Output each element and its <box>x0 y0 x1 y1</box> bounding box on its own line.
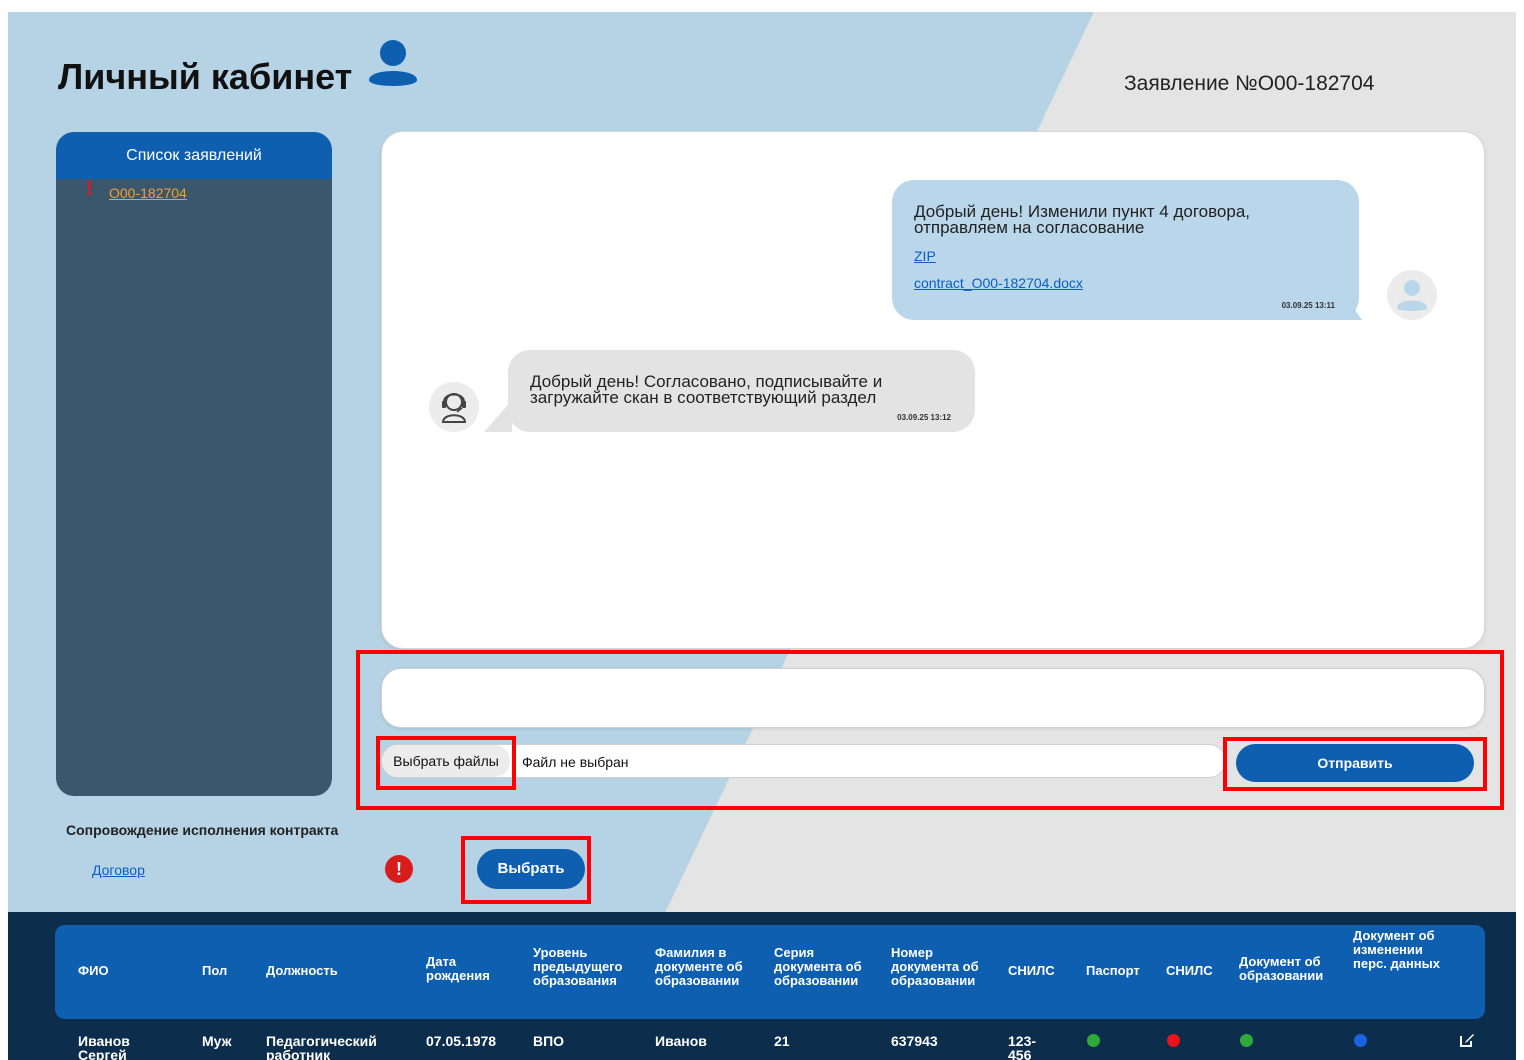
attachment-link-zip[interactable]: ZIP <box>914 248 1337 264</box>
passport-status-ok-icon[interactable] <box>1087 1034 1100 1047</box>
column-header-edu-number: Номер документа об образовании <box>891 945 979 988</box>
chat-panel[interactable]: Добрый день! Изменили пункт 4 договора, … <box>381 131 1485 649</box>
column-header-fio: ФИО <box>78 963 109 978</box>
highlight-box-send-button <box>1223 737 1487 791</box>
warning-icon: ! <box>385 855 413 883</box>
cell-edu-number: 637943 <box>891 1033 938 1049</box>
cell-snils: 123-456 <box>1008 1033 1037 1060</box>
bubble-tail <box>484 400 512 432</box>
user-profile-icon[interactable] <box>366 38 420 92</box>
cell-fio: Иванов Сергей <box>78 1033 130 1060</box>
page-title: Личный кабинет <box>58 56 353 97</box>
application-number: Заявление №О00-182704 <box>1124 72 1375 95</box>
user-avatar-icon <box>1387 270 1437 320</box>
column-header-snils-doc: СНИЛС <box>1166 963 1213 978</box>
column-header-snils: СНИЛС <box>1008 963 1055 978</box>
alert-exclamation-icon: ! <box>86 178 93 200</box>
column-header-edu-surname: Фамилия в документе об образовании <box>655 945 743 988</box>
message-timestamp: 03.09.25 13:11 <box>1281 301 1335 310</box>
sidebar-title: Список заявлений <box>56 132 332 179</box>
column-header-edu-doc: Документ об образовании <box>1239 954 1324 983</box>
applications-sidebar: Список заявлений ! О00-182704 <box>56 132 332 796</box>
bubble-tail <box>1340 288 1362 320</box>
operator-avatar-icon <box>429 382 479 432</box>
column-header-position: Должность <box>266 963 338 978</box>
cell-edu-series: 21 <box>774 1033 790 1049</box>
cell-edu-surname: Иванов <box>655 1033 707 1049</box>
snils-status-missing-icon[interactable] <box>1167 1034 1180 1047</box>
edit-icon[interactable] <box>1459 1032 1475 1048</box>
attachment-link-contract[interactable]: contract_О00-182704.docx <box>914 275 1337 291</box>
highlight-box-file-button <box>376 736 516 790</box>
cell-sex: Муж <box>202 1033 232 1049</box>
education-status-ok-icon[interactable] <box>1240 1034 1253 1047</box>
choose-button[interactable]: Выбрать <box>477 849 585 889</box>
personal-data-status-info-icon[interactable] <box>1354 1034 1367 1047</box>
cell-birth-date: 07.05.1978 <box>426 1033 497 1049</box>
message-timestamp: 03.09.25 13:12 <box>897 413 951 422</box>
cell-position: Педагогический работник <box>266 1033 377 1060</box>
column-header-passport: Паспорт <box>1086 963 1140 978</box>
column-header-edu-level: Уровень предыдущего образования <box>533 945 623 988</box>
column-header-birth-date: Дата рождения <box>426 954 490 983</box>
sidebar-item-application[interactable]: ! О00-182704 <box>56 179 332 205</box>
message-text-line: отправляем на согласование <box>914 218 1145 237</box>
message-text-line: загружайте скан в соответствующий раздел <box>530 388 877 407</box>
contract-section-label: Сопровождение исполнения контракта <box>66 822 339 838</box>
incoming-message: Добрый день! Согласовано, подписывайте и… <box>508 350 975 432</box>
application-link[interactable]: О00-182704 <box>109 185 187 201</box>
column-header-sex: Пол <box>202 963 228 978</box>
outgoing-message: Добрый день! Изменили пункт 4 договора, … <box>892 180 1359 320</box>
contract-link[interactable]: Договор <box>92 862 145 878</box>
column-header-personal-data-change: Документ об изменении перс. данных <box>1353 928 1440 971</box>
column-header-edu-series: Серия документа об образовании <box>774 945 862 988</box>
cell-edu-level: ВПО <box>533 1033 565 1049</box>
